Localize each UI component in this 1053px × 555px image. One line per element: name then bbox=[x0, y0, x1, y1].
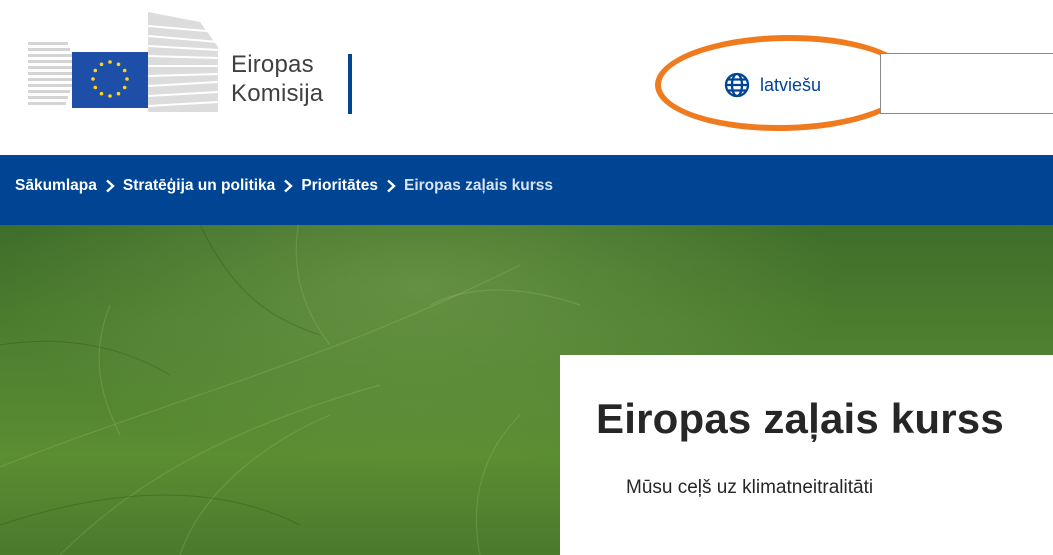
chevron-right-icon bbox=[97, 179, 123, 193]
logo-wordmark: Eiropas Komisija bbox=[231, 50, 323, 108]
breadcrumb-current: Eiropas zaļais kurss bbox=[403, 177, 554, 194]
breadcrumb: Sākumlapa Stratēģija un politika Priorit… bbox=[15, 177, 553, 195]
globe-icon bbox=[724, 72, 750, 98]
breadcrumb-bar: Sākumlapa Stratēģija un politika Priorit… bbox=[0, 155, 1053, 225]
breadcrumb-home[interactable]: Sākumlapa bbox=[15, 177, 97, 195]
chevron-right-icon bbox=[275, 179, 301, 193]
breadcrumb-priorities[interactable]: Prioritātes bbox=[301, 177, 378, 195]
chevron-right-icon bbox=[378, 179, 404, 193]
logo-line-2: Komisija bbox=[231, 80, 324, 107]
language-selector[interactable]: latviešu bbox=[724, 70, 821, 100]
page-title: Eiropas zaļais kurss bbox=[596, 395, 1004, 442]
hero-card: Eiropas zaļais kurss Mūsu ceļš uz klimat… bbox=[560, 355, 1053, 555]
logo-divider bbox=[348, 54, 352, 114]
search-input[interactable] bbox=[880, 53, 1053, 114]
logo-line-1: Eiropas bbox=[231, 51, 314, 78]
european-commission-logo[interactable]: Eiropas Komisija bbox=[28, 12, 358, 122]
language-label: latviešu bbox=[760, 74, 822, 95]
breadcrumb-strategy[interactable]: Stratēģija un politika bbox=[123, 177, 275, 195]
hero-banner: Eiropas zaļais kurss Mūsu ceļš uz klimat… bbox=[0, 225, 1053, 555]
page-subtitle: Mūsu ceļš uz klimatneitralitāti bbox=[626, 477, 874, 498]
site-header: Eiropas Komisija latviešu bbox=[0, 0, 1053, 155]
